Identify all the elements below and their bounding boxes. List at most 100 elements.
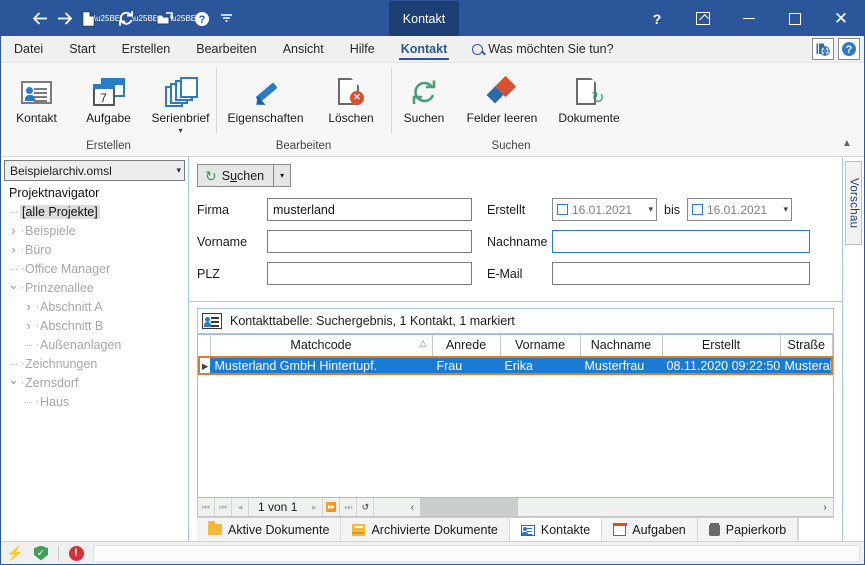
help-icon[interactable]: ?: [191, 6, 213, 32]
row-indicator-header: [198, 335, 211, 357]
archive-select[interactable]: Beispielarchiv.omsl ▾: [4, 160, 185, 181]
previous-page-button[interactable]: ⏮: [215, 498, 232, 516]
open-folder-dropdown-icon[interactable]: \u25BE: [170, 6, 196, 32]
tree-item-zernsdorf[interactable]: · Zernsdorf: [7, 373, 188, 392]
new-document-dropdown-icon[interactable]: \u25BE: [94, 6, 120, 32]
chevron-down-icon[interactable]: ▾: [648, 204, 653, 215]
maximize-button[interactable]: [772, 1, 818, 36]
ribbon-button-felder-leeren[interactable]: Felder leeren: [456, 68, 548, 126]
refresh-dropdown-icon[interactable]: \u25BE: [132, 6, 158, 32]
tree-item-alle-projekte[interactable]: [alle Projekte]: [7, 202, 188, 221]
chevron-right-icon[interactable]: [7, 223, 20, 238]
first-record-button[interactable]: ⏮: [198, 498, 215, 516]
tab-datei[interactable]: Datei: [1, 36, 56, 62]
column-header-anrede[interactable]: Anrede: [432, 335, 501, 357]
chevron-right-icon[interactable]: [7, 242, 20, 257]
ribbon-collapse-icon[interactable]: ▲: [836, 133, 858, 153]
column-header-nachname[interactable]: Nachname: [580, 335, 663, 357]
next-page-button[interactable]: ⏩: [323, 498, 341, 516]
ribbon-button-eigenschaften[interactable]: Eigenschaften: [218, 68, 313, 126]
preview-tab[interactable]: Vorschau: [845, 161, 862, 245]
back-icon[interactable]: [29, 6, 51, 32]
tree-item-haus[interactable]: · Haus: [7, 392, 188, 411]
titlebar-help-button[interactable]: ?: [634, 1, 680, 36]
checkbox-icon[interactable]: [557, 204, 568, 215]
ribbon-display-options-button[interactable]: [680, 1, 726, 36]
ribbon-button-serienbrief[interactable]: Serienbrief ▾: [145, 68, 217, 135]
chevron-right-icon[interactable]: [22, 299, 35, 314]
tree-item-office-manager[interactable]: · Office Manager: [7, 259, 188, 278]
previous-record-button[interactable]: ◂: [232, 498, 249, 516]
chevron-down-icon[interactable]: ▾: [783, 204, 788, 215]
help-blue-icon[interactable]: ?: [838, 38, 860, 60]
ribbon-button-aufgabe[interactable]: 7 Aufgabe: [73, 68, 145, 126]
search-dropdown-button[interactable]: ▾: [274, 164, 292, 187]
ribbon-button-loeschen[interactable]: ✕ Löschen: [313, 68, 389, 126]
tree-item-label: Abschnitt A: [40, 299, 103, 314]
grid-empty-space[interactable]: [198, 375, 833, 497]
scroll-left-icon[interactable]: ‹: [404, 498, 420, 516]
tab-start[interactable]: Start: [56, 36, 108, 62]
erstellt-from-datepicker[interactable]: 16.01.2021 ▾: [552, 198, 657, 221]
chevron-down-icon[interactable]: [7, 375, 20, 391]
bottom-tab-archivierte-dokumente[interactable]: Archivierte Dokumente: [341, 518, 510, 541]
firma-input[interactable]: musterland: [267, 198, 472, 221]
table-row[interactable]: ▸ Musterland GmbH Hintertupf. Frau Erika…: [198, 356, 833, 375]
forward-icon[interactable]: [53, 6, 75, 32]
ribbon-right-buttons: ?: [812, 38, 860, 60]
minimize-button[interactable]: [726, 1, 772, 36]
column-header-vorname[interactable]: Vorname: [500, 335, 581, 357]
scrollbar-thumb[interactable]: [420, 498, 519, 516]
plz-input[interactable]: [267, 262, 472, 285]
chevron-down-icon[interactable]: ▾: [178, 126, 182, 135]
tab-hilfe[interactable]: Hilfe: [337, 36, 388, 62]
bottom-tab-kontakte[interactable]: Kontakte: [509, 518, 603, 541]
tree-item-zeichnungen[interactable]: · Zeichnungen: [7, 354, 188, 373]
tree-item-prinzenallee[interactable]: · Prinzenallee: [7, 278, 188, 297]
column-header-strasse[interactable]: Straße: [780, 335, 833, 357]
bottom-tab-aufgaben[interactable]: Aufgaben: [602, 518, 698, 541]
column-header-erstellt[interactable]: Erstellt: [662, 335, 781, 357]
bottom-tab-aktive-dokumente[interactable]: Aktive Dokumente: [197, 518, 342, 541]
tree-leaf-icon: [22, 397, 35, 407]
tab-bearbeiten[interactable]: Bearbeiten: [183, 36, 269, 62]
last-record-button[interactable]: ⏭: [340, 498, 358, 516]
tab-kontakt[interactable]: Kontakt: [388, 36, 461, 62]
tab-erstellen[interactable]: Erstellen: [109, 36, 184, 62]
bottom-tab-papierkorb[interactable]: Papierkorb: [697, 518, 799, 541]
tree-item-beispiele[interactable]: · Beispiele: [7, 221, 188, 240]
erstellt-to-value: 16.01.2021: [706, 202, 768, 217]
tree-item-abschnitt-b[interactable]: · Abschnitt B: [7, 316, 188, 335]
erstellt-to-datepicker[interactable]: 16.01.2021 ▾: [686, 198, 792, 221]
checkbox-icon[interactable]: [691, 204, 703, 215]
reload-records-button[interactable]: ↺: [357, 498, 375, 516]
window-title-tab[interactable]: Kontakt: [389, 1, 459, 36]
close-button[interactable]: ✕: [818, 1, 864, 36]
chevron-right-icon[interactable]: [22, 318, 35, 333]
tree-item-abschnitt-a[interactable]: · Abschnitt A: [7, 297, 188, 316]
label-erstellt: Erstellt: [487, 202, 526, 217]
vorname-input[interactable]: [267, 230, 472, 253]
chevron-down-icon[interactable]: [7, 280, 20, 296]
search-button[interactable]: ↻ Suchen: [197, 164, 275, 187]
scrollbar-track[interactable]: [518, 498, 817, 516]
ribbon-button-kontakt[interactable]: Kontakt: [1, 68, 73, 126]
customize-qat-icon[interactable]: [215, 6, 237, 32]
calendar-icon: [612, 523, 627, 536]
shield-check-icon[interactable]: [32, 545, 50, 561]
ribbon-button-suchen[interactable]: Suchen: [392, 68, 456, 126]
tell-me-search[interactable]: Was möchten Sie tun?: [460, 36, 614, 62]
next-record-button[interactable]: ▸: [306, 498, 324, 516]
tree-item-buero[interactable]: · Büro: [7, 240, 188, 259]
ribbon-button-dokumente[interactable]: ↻ Dokumente: [548, 68, 630, 126]
nachname-input[interactable]: [552, 230, 810, 253]
web-archive-icon[interactable]: [812, 38, 834, 60]
error-icon[interactable]: !: [67, 545, 85, 561]
tree-item-aussenanlagen[interactable]: · Außenanlagen: [7, 335, 188, 354]
lightning-bolt-icon[interactable]: ⚡: [6, 546, 24, 560]
tab-ansicht[interactable]: Ansicht: [270, 36, 337, 62]
horizontal-scrollbar[interactable]: ‹ ›: [404, 498, 833, 516]
email-input[interactable]: [552, 262, 810, 285]
scroll-right-icon[interactable]: ›: [817, 498, 833, 516]
column-header-matchcode[interactable]: Matchcode △: [210, 335, 433, 357]
